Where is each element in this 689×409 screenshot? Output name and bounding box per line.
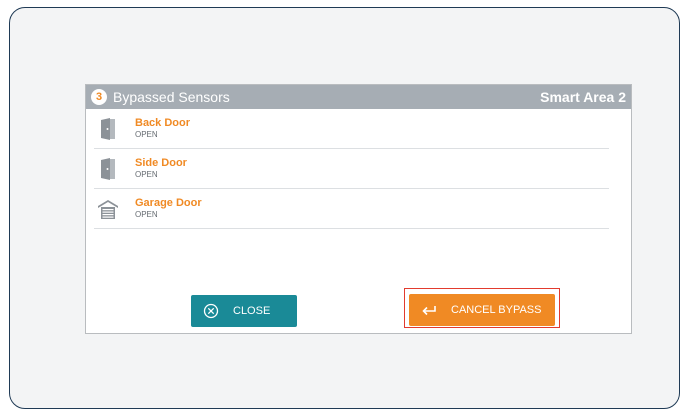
area-name: Smart Area 2 [540, 89, 626, 105]
sensor-row-side-door[interactable]: Side Door OPEN [94, 149, 609, 189]
panel-title: Bypassed Sensors [113, 89, 230, 105]
sensor-status: OPEN [135, 130, 158, 139]
door-icon [95, 116, 121, 142]
return-arrow-icon [421, 302, 437, 318]
panel-title-group: 3 Bypassed Sensors [91, 89, 230, 105]
close-circle-icon [203, 303, 219, 319]
sensor-name: Back Door [135, 117, 191, 129]
cancel-bypass-button[interactable]: CANCEL BYPASS [409, 294, 555, 326]
sensor-row-back-door[interactable]: Back Door OPEN [94, 109, 609, 149]
cancel-bypass-label: CANCEL BYPASS [451, 304, 542, 316]
sensor-name: Side Door [135, 157, 187, 169]
count-badge: 3 [91, 89, 107, 105]
panel-header: 3 Bypassed Sensors Smart Area 2 [86, 85, 631, 109]
door-icon [95, 156, 121, 182]
garage-icon [95, 196, 121, 222]
bypassed-sensors-panel: 3 Bypassed Sensors Smart Area 2 Back Doo… [85, 84, 632, 334]
sensor-name: Garage Door [135, 197, 202, 209]
sensor-status: OPEN [135, 210, 158, 219]
device-screen: 3 Bypassed Sensors Smart Area 2 Back Doo… [9, 7, 680, 409]
close-button-label: CLOSE [233, 305, 271, 317]
sensor-row-garage-door[interactable]: Garage Door OPEN [94, 189, 609, 229]
sensor-status: OPEN [135, 170, 158, 179]
close-button[interactable]: CLOSE [191, 295, 297, 327]
